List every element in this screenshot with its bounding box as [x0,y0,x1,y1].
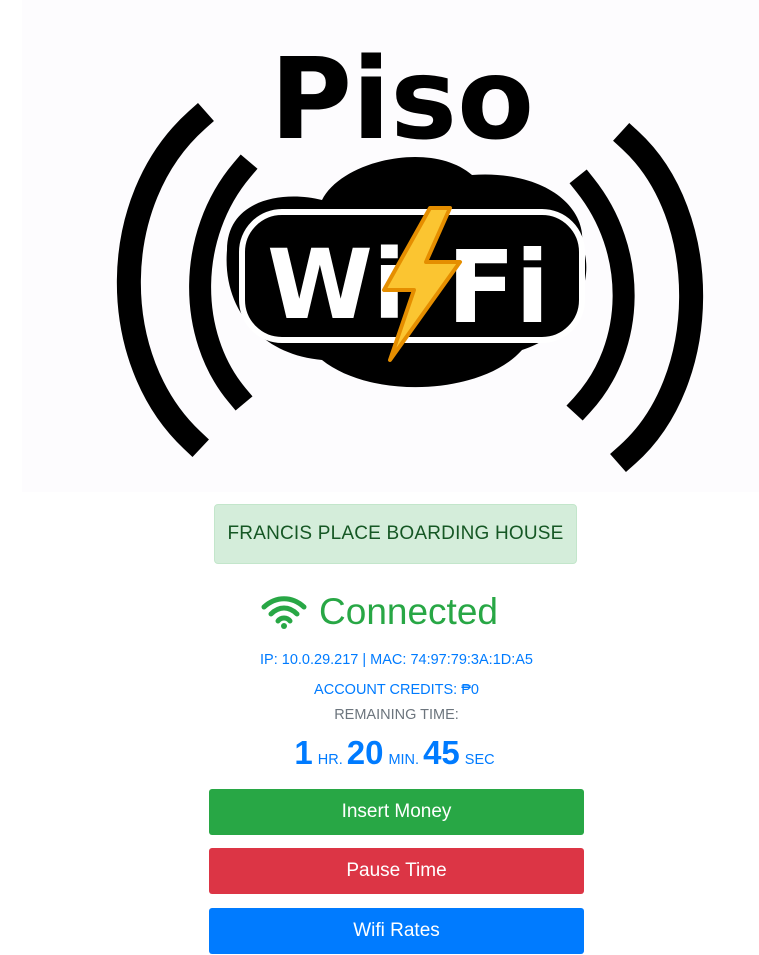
status-text: Connected [319,591,498,632]
wifi-rates-button[interactable]: Wifi Rates [209,908,584,954]
piso-wifi-logo: Piso Wi Fi [22,0,759,492]
portal-page: Piso Wi Fi FRANCIS PLACE BOARDING HOUSE … [0,0,759,955]
remaining-time-label: REMAINING TIME: [334,707,459,723]
logo-title: Piso [270,35,534,165]
hotspot-name-banner: FRANCIS PLACE BOARDING HOUSE [214,504,577,564]
insert-money-button[interactable]: Insert Money [209,789,584,835]
timer-hours-unit: HR. [317,752,343,768]
timer-seconds-unit: SEC [464,752,495,768]
timer-minutes-unit: MIN. [388,752,420,768]
account-credits: ACCOUNT CREDITS: ₱0 [314,682,479,698]
logo-wifi-right: Fi [447,229,550,346]
connection-status: Connected [0,588,759,636]
hotspot-name: FRANCIS PLACE BOARDING HOUSE [227,523,564,544]
timer-minutes: 20 [346,734,384,771]
remaining-time-display: 1 HR. 20 MIN. 45 SEC [0,733,759,780]
timer-hours: 1 [294,734,313,771]
wifi-icon [261,596,307,629]
timer-seconds: 45 [423,734,460,771]
pause-time-button[interactable]: Pause Time [209,848,584,894]
ip-mac-info: IP: 10.0.29.217 | MAC: 74:97:79:3A:1D:A5 [260,652,533,668]
